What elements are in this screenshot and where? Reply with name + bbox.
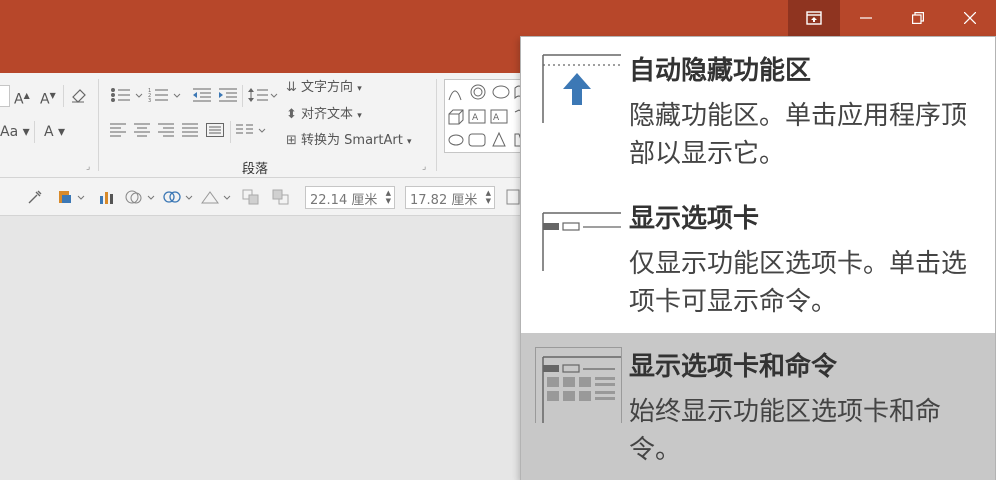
decrease-indent-icon[interactable] xyxy=(192,87,212,103)
text-direction-button[interactable]: ⇊ 文字方向 ▾ xyxy=(286,79,362,98)
eraser-icon xyxy=(72,89,86,103)
increase-indent-icon[interactable] xyxy=(218,87,238,103)
show-tabs-and-commands-icon xyxy=(535,347,622,423)
bring-forward-icon[interactable] xyxy=(242,189,260,205)
close-button[interactable] xyxy=(944,0,996,36)
ribbon-display-options-icon xyxy=(806,11,822,25)
merge-shapes-icon[interactable] xyxy=(162,189,196,205)
minimize-icon xyxy=(860,17,872,19)
svg-text:A: A xyxy=(472,113,479,123)
separator xyxy=(98,79,99,171)
change-case-button[interactable]: Aa ▾ xyxy=(0,123,30,141)
paragraph-group-label: 段落 xyxy=(242,162,269,177)
separator xyxy=(34,121,35,143)
menu-item-auto-hide-ribbon[interactable]: 自动隐藏功能区 隐藏功能区。单击应用程序顶部以显示它。 xyxy=(521,37,995,185)
size-options-icon[interactable] xyxy=(506,189,520,205)
clear-formatting-button[interactable] xyxy=(70,87,88,108)
convert-smartart-button[interactable]: ⊞ 转换为 SmartArt ▾ xyxy=(286,132,412,151)
font-group-launcher[interactable]: ⌟ xyxy=(86,162,90,172)
shape-effects-icon[interactable] xyxy=(200,189,234,205)
rounded-rect-shape-icon xyxy=(468,133,486,147)
close-icon xyxy=(964,12,976,24)
ribbon-display-options-menu: 自动隐藏功能区 隐藏功能区。单击应用程序顶部以显示它。 显示选项卡 仅显示功能区… xyxy=(520,36,996,480)
numbering-icon[interactable]: 123 xyxy=(148,87,182,103)
minimize-button[interactable] xyxy=(840,0,892,36)
smartart-icon: ⊞ xyxy=(286,133,297,148)
shape-fill-icon[interactable] xyxy=(124,189,158,205)
ellipse-shape-icon xyxy=(448,134,464,146)
restore-icon xyxy=(912,12,924,24)
shapes-gallery[interactable]: A A xyxy=(444,79,524,153)
send-backward-icon[interactable] xyxy=(272,189,290,205)
menu-item-title: 显示选项卡 xyxy=(629,204,760,234)
separator xyxy=(63,85,64,107)
show-tabs-icon xyxy=(542,212,621,271)
paragraph-group-launcher[interactable]: ⌟ xyxy=(422,162,426,172)
separator xyxy=(230,121,231,143)
separator xyxy=(436,79,437,171)
bullets-icon[interactable] xyxy=(110,87,144,103)
eyedropper-icon[interactable] xyxy=(26,189,44,205)
justify-icon[interactable] xyxy=(182,123,198,137)
align-right-icon[interactable] xyxy=(158,123,174,137)
menu-item-show-tabs[interactable]: 显示选项卡 仅显示功能区选项卡。单击选项卡可显示命令。 xyxy=(521,185,995,333)
curve-shape-icon xyxy=(448,90,462,101)
grow-font-button[interactable]: A▲ xyxy=(14,87,30,109)
height-spinner[interactable]: ▲ ▼ xyxy=(386,189,391,205)
align-left-icon[interactable] xyxy=(110,123,126,137)
distributed-icon[interactable] xyxy=(206,123,224,137)
shape-width-input[interactable]: 17.82 厘米 ▲ ▼ xyxy=(405,186,495,209)
columns-icon[interactable] xyxy=(236,123,268,137)
svg-text:A: A xyxy=(493,113,500,123)
menu-item-description: 仅显示功能区选项卡。单击选项卡可显示命令。 xyxy=(629,249,968,317)
ring-shape-icon xyxy=(470,84,486,100)
auto-hide-ribbon-icon xyxy=(542,54,621,123)
menu-item-description: 隐藏功能区。单击应用程序顶部以显示它。 xyxy=(629,101,968,169)
triangle-shape-icon xyxy=(492,131,506,147)
menu-item-show-tabs-and-commands[interactable]: 显示选项卡和命令 始终显示功能区选项卡和命令。 xyxy=(521,333,995,480)
paste-format-icon[interactable] xyxy=(56,189,90,205)
line-spacing-icon[interactable] xyxy=(248,87,278,103)
shrink-font-button[interactable]: A▼ xyxy=(40,87,56,109)
menu-item-title: 显示选项卡和命令 xyxy=(629,352,838,382)
width-spinner[interactable]: ▲ ▼ xyxy=(486,189,491,205)
menu-item-title: 自动隐藏功能区 xyxy=(629,56,812,86)
chart-icon[interactable] xyxy=(98,189,116,205)
restore-button[interactable] xyxy=(892,0,944,36)
cube-shape-icon xyxy=(448,109,464,125)
svg-text:3: 3 xyxy=(148,98,151,103)
font-size-dropdown[interactable] xyxy=(0,85,10,107)
shape-height-input[interactable]: 22.14 厘米 ▲ ▼ xyxy=(305,186,395,209)
align-text-icon: ⬍ xyxy=(286,107,297,122)
separator xyxy=(242,85,243,107)
font-color-button[interactable]: A ▾ xyxy=(44,123,65,141)
text-direction-icon: ⇊ xyxy=(286,80,297,95)
align-center-icon[interactable] xyxy=(134,123,150,137)
ribbon-display-options-button[interactable] xyxy=(788,0,840,36)
align-text-button[interactable]: ⬍ 对齐文本 ▾ xyxy=(286,106,362,125)
menu-item-description: 始终显示功能区选项卡和命令。 xyxy=(629,397,942,465)
oval-shape-icon xyxy=(492,85,510,99)
